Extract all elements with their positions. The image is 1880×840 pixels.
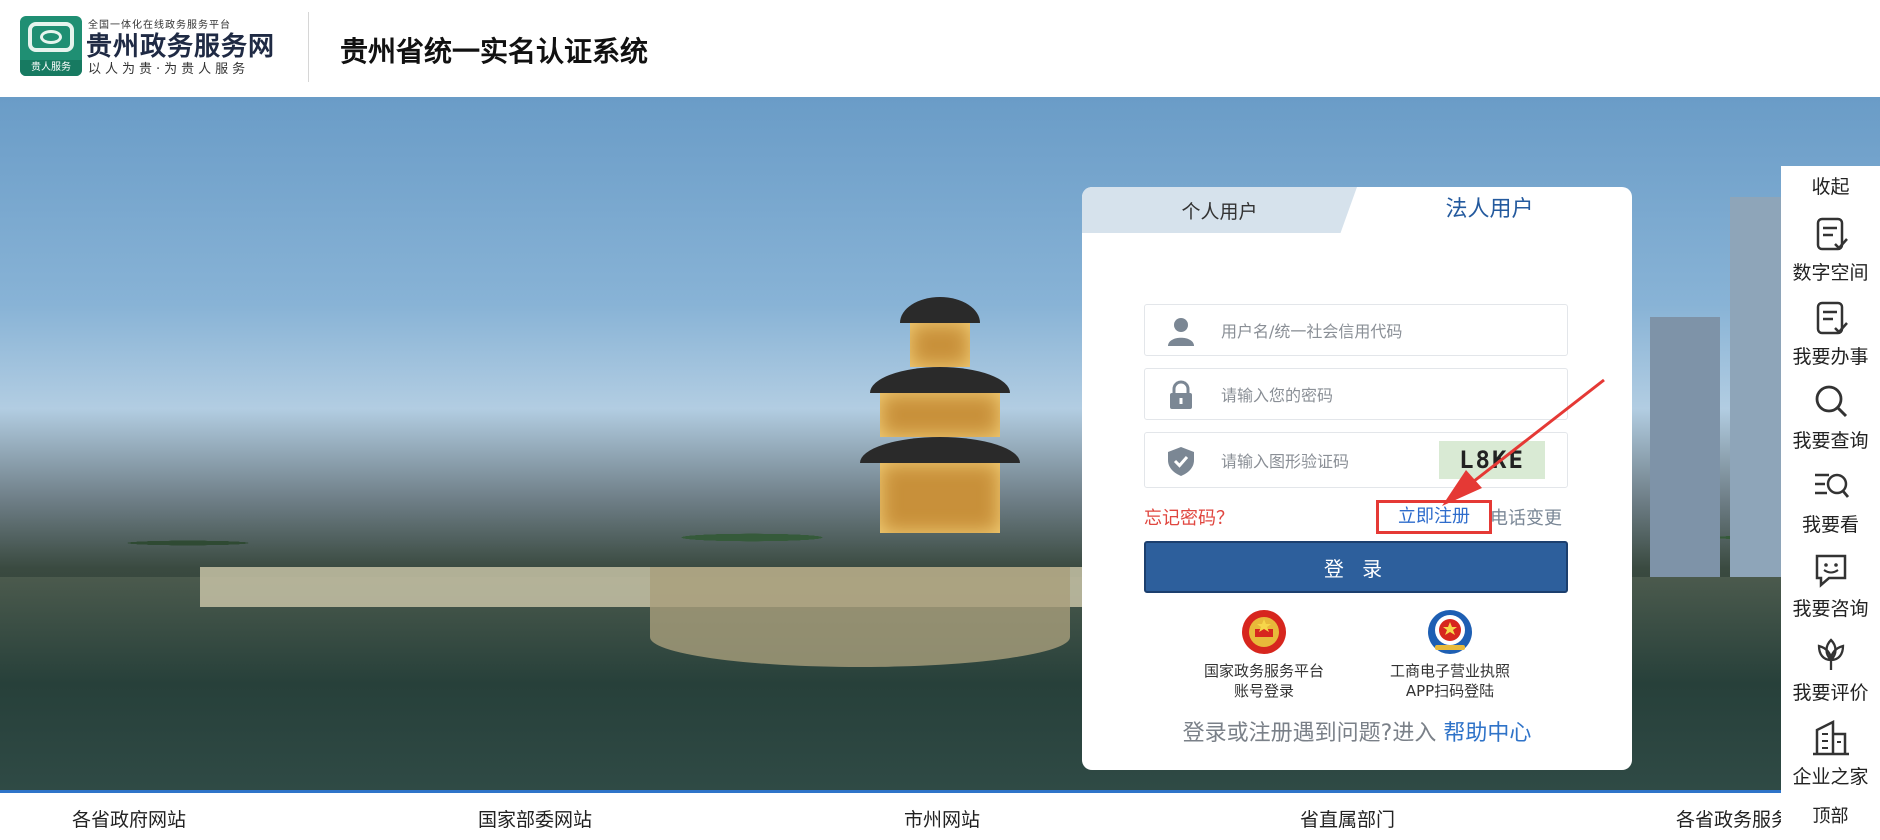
sidebar-item-evaluate[interactable]: 我要评价 xyxy=(1781,634,1880,718)
business-license-login[interactable]: 工商电子营业执照 APP扫码登陆 xyxy=(1370,609,1530,701)
do-business-icon xyxy=(1816,301,1848,335)
login-button[interactable]: 登 录 xyxy=(1144,541,1568,593)
sidebar-item-digital-space[interactable]: 数字空间 xyxy=(1781,214,1880,298)
captcha-input[interactable] xyxy=(1221,447,1421,475)
username-field[interactable] xyxy=(1144,304,1568,356)
help-prefix: 登录或注册遇到问题?进入 xyxy=(1182,721,1437,746)
bottom-nav-provincial-gov[interactable]: 各省政府网站 xyxy=(72,805,186,832)
building-icon xyxy=(1812,719,1849,756)
logo-slogan: 以人为贵·为贵人服务 xyxy=(88,62,250,77)
logo-badge: 贵人服务 xyxy=(20,60,82,76)
sidebar-item-search[interactable]: 我要查询 xyxy=(1781,382,1880,466)
back-to-top-button[interactable]: 顶部 xyxy=(1781,802,1880,828)
lock-icon xyxy=(1170,380,1192,409)
sidebar-collapse-button[interactable]: 收起 xyxy=(1781,172,1880,199)
tab-personal-user[interactable]: 个人用户 xyxy=(1082,187,1357,233)
bottom-nav-ministries[interactable]: 国家部委网站 xyxy=(478,805,592,832)
right-sidebar: 收起 数字空间 我要办事 我要查询 我要看 我要咨询 我要评价 企业之家 顶部 xyxy=(1781,166,1880,840)
search-icon xyxy=(1815,385,1847,418)
business-license-icon xyxy=(1428,610,1472,654)
pagoda-illustration xyxy=(860,297,1020,597)
header-divider xyxy=(308,12,309,82)
help-center-link[interactable]: 帮助中心 xyxy=(1443,721,1531,746)
sidebar-item-do-business[interactable]: 我要办事 xyxy=(1781,298,1880,382)
login-tabs: 个人用户 法人用户 xyxy=(1082,187,1632,233)
header: 贵人服务 全国一体化在线政务服务平台 贵州政务服务网 以人为贵·为贵人服务 贵州… xyxy=(0,0,1880,97)
bottom-nav-city[interactable]: 市州网站 xyxy=(904,805,980,832)
shield-icon xyxy=(1168,447,1194,476)
forgot-password-link[interactable]: 忘记密码？ xyxy=(1144,504,1234,530)
user-icon xyxy=(1168,318,1194,346)
help-text: 登录或注册遇到问题?进入 帮助中心 xyxy=(1082,715,1632,747)
chat-icon xyxy=(1815,554,1846,588)
national-platform-login[interactable]: 国家政务服务平台 账号登录 xyxy=(1184,609,1344,701)
sidebar-item-view[interactable]: 我要看 xyxy=(1781,466,1880,550)
site-logo[interactable]: 贵人服务 全国一体化在线政务服务平台 贵州政务服务网 以人为贵·为贵人服务 xyxy=(20,16,280,77)
national-emblem-icon xyxy=(1242,610,1286,654)
page-title: 贵州省统一实名认证系统 xyxy=(340,35,649,68)
flower-icon xyxy=(1817,638,1844,670)
annotation-arrow-icon xyxy=(1442,378,1605,506)
bottom-nav-provincial-services[interactable]: 各省政务服务 xyxy=(1676,805,1781,832)
digital-space-icon xyxy=(1816,217,1848,251)
logo-emblem-icon: 贵人服务 xyxy=(20,16,82,76)
view-list-icon xyxy=(1814,473,1849,498)
sidebar-item-consult[interactable]: 我要咨询 xyxy=(1781,550,1880,634)
tab-legal-user[interactable]: 法人用户 xyxy=(1347,187,1632,233)
username-input[interactable] xyxy=(1221,317,1521,345)
sidebar-item-enterprise-home[interactable]: 企业之家 xyxy=(1781,718,1880,802)
bottom-nav: 各省政府网站 国家部委网站 市州网站 省直属部门 各省政务服务 xyxy=(0,793,1781,840)
bottom-nav-direct-departments[interactable]: 省直属部门 xyxy=(1300,805,1395,832)
